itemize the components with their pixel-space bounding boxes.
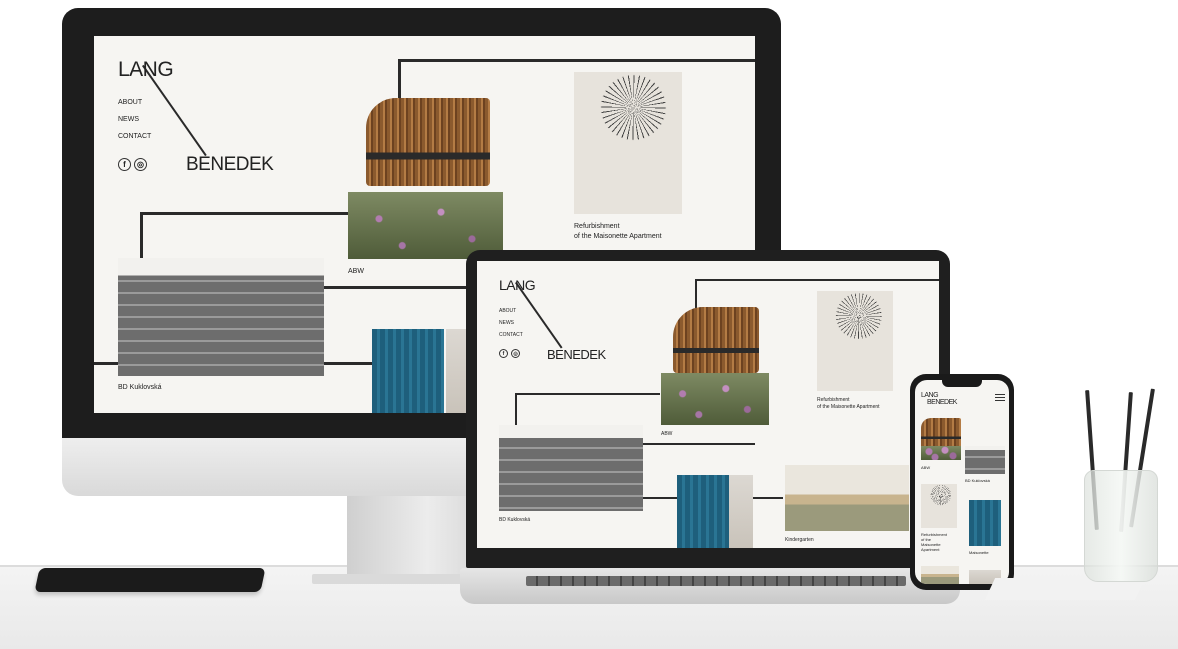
project-caption-kindergarten[interactable]: Kindergarten (785, 537, 814, 543)
project-image-abw-meadow[interactable] (661, 373, 769, 425)
connector-line (324, 362, 374, 365)
brand-logo-lang[interactable]: LANG (118, 58, 174, 82)
project-caption-refurbishment[interactable]: Refurbishment of the Maisonette Apartmen… (921, 532, 947, 552)
main-nav: ABOUT NEWS CONTACT (118, 94, 151, 145)
project-image-kindergarten[interactable] (921, 566, 959, 584)
project-image-abw[interactable] (921, 418, 961, 448)
notebook (34, 568, 266, 592)
menu-bar (995, 397, 1005, 398)
connector-line (94, 362, 118, 365)
project-image-bd-kuklovska[interactable] (499, 425, 643, 511)
project-caption-abw[interactable]: ABW (661, 431, 672, 437)
project-image-abw-building[interactable] (673, 307, 759, 373)
hamburger-menu-icon[interactable] (995, 394, 1005, 402)
facebook-icon[interactable]: f (499, 349, 508, 358)
menu-bar (995, 400, 1005, 401)
project-image-abw-meadow[interactable] (348, 192, 503, 259)
connector-line (695, 279, 939, 281)
laptop-keyboard (526, 576, 906, 586)
caption-line: of the Maisonette Apartment (574, 233, 662, 240)
brand-logo-lang[interactable]: LANG (921, 392, 939, 399)
project-caption-bd-kuklovska[interactable]: BD Kuklovská (118, 384, 162, 391)
laptop: LANG BENEDEK ABOUT NEWS CONTACT f ◎ ABW … (460, 250, 960, 612)
connector-line (140, 212, 350, 215)
nav-about[interactable]: ABOUT (118, 94, 151, 111)
project-caption-refurbishment[interactable]: Refurbishment of the Maisonette Apartmen… (574, 222, 662, 242)
brand-logo-benedek[interactable]: BENEDEK (927, 399, 957, 406)
social-links: f ◎ (499, 349, 520, 358)
brand-logo-lang[interactable]: LANG (499, 277, 536, 293)
connector-line (753, 497, 783, 499)
project-caption-bd-kuklovska[interactable]: BD Kuklovská (965, 478, 990, 483)
connector-line (398, 59, 755, 62)
connector-line (515, 393, 660, 395)
brand-logo-benedek[interactable]: BENEDEK (547, 347, 606, 362)
project-image-refurbishment[interactable] (921, 484, 957, 528)
brand-logo-benedek[interactable]: BENEDEK (186, 154, 274, 176)
project-caption-abw[interactable]: ABW (348, 268, 364, 275)
phone-screen: LANG BENEDEK ABW BD Kuklovská Refurbishm… (915, 380, 1009, 584)
laptop-screen: LANG BENEDEK ABOUT NEWS CONTACT f ◎ ABW … (477, 261, 939, 548)
caption-line: of the Maisonette Apartment (817, 404, 880, 410)
nav-news[interactable]: NEWS (118, 111, 151, 128)
project-image-bd-kuklovska[interactable] (118, 258, 324, 376)
connector-line (641, 497, 681, 499)
project-image-refurbishment[interactable] (574, 72, 682, 214)
laptop-base (460, 568, 960, 604)
project-caption-maisonette[interactable]: Maisonette (969, 550, 989, 555)
project-image-maisonette[interactable] (969, 500, 1001, 546)
project-caption-bd-kuklovska[interactable]: BD Kuklovská (499, 517, 530, 523)
nav-news[interactable]: NEWS (499, 317, 523, 329)
project-image-refurbishment[interactable] (817, 291, 893, 391)
menu-bar (995, 394, 1005, 395)
project-caption-refurbishment[interactable]: Refurbishment of the Maisonette Apartmen… (817, 397, 880, 411)
smartphone: LANG BENEDEK ABW BD Kuklovská Refurbishm… (910, 374, 1014, 590)
project-image-kindergarten[interactable] (785, 465, 909, 531)
social-links: f ◎ (118, 158, 147, 171)
pencil-cup (1084, 470, 1158, 582)
main-nav: ABOUT NEWS CONTACT (499, 305, 523, 341)
caption-line: Refurbishment (574, 223, 620, 230)
project-image-blue-facade[interactable] (677, 475, 729, 548)
caption-line: Refurbishment (817, 397, 850, 403)
facebook-icon[interactable]: f (118, 158, 131, 171)
project-image-stool[interactable] (729, 475, 753, 548)
project-image-blue-facade[interactable] (372, 329, 444, 413)
project-image-bd-kuklovska[interactable] (965, 446, 1005, 474)
nav-about[interactable]: ABOUT (499, 305, 523, 317)
project-caption-abw[interactable]: ABW (921, 465, 930, 470)
nav-contact[interactable]: CONTACT (499, 329, 523, 341)
instagram-icon[interactable]: ◎ (134, 158, 147, 171)
project-image-abw-building[interactable] (366, 98, 490, 186)
caption-line: Apartment (921, 547, 940, 552)
nav-contact[interactable]: CONTACT (118, 128, 151, 145)
project-image-abw-meadow[interactable] (921, 446, 961, 460)
instagram-icon[interactable]: ◎ (511, 349, 520, 358)
phone-notch (942, 380, 982, 387)
